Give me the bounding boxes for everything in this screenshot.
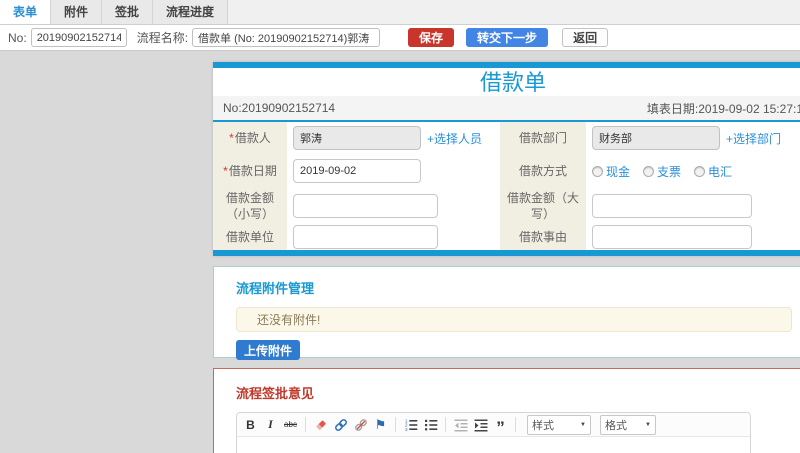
- process-name-input[interactable]: [192, 28, 381, 47]
- toolbar-divider: [395, 417, 396, 432]
- form-title: 借款单: [479, 70, 546, 95]
- radio-icon: [592, 165, 603, 177]
- payment-option-wire-transfer[interactable]: 电汇: [694, 163, 732, 180]
- strikethrough-button[interactable]: abc: [283, 416, 298, 434]
- select-person-link[interactable]: +选择人员: [427, 130, 482, 147]
- department-input[interactable]: [592, 126, 720, 150]
- borrow-date-input[interactable]: [293, 159, 421, 183]
- command-bar: No: 流程名称: 保存 转交下一步 返回: [0, 25, 800, 51]
- bulleted-list-button[interactable]: [423, 416, 438, 434]
- italic-button[interactable]: I: [263, 416, 278, 434]
- unit-label: 借款单位: [213, 224, 287, 250]
- indent-button[interactable]: [473, 416, 488, 434]
- bulleted-list-icon: [424, 419, 437, 430]
- chevron-down-icon: ▼: [645, 421, 651, 428]
- tab-bar: 表单 附件 签批 流程进度: [0, 0, 800, 25]
- attachments-panel: 流程附件管理 还没有附件! 上传附件: [213, 266, 800, 360]
- back-button[interactable]: 返回: [562, 28, 609, 47]
- amount-lower-input[interactable]: [293, 194, 438, 218]
- numbered-list-button[interactable]: 123: [403, 416, 418, 434]
- forward-next-step-button[interactable]: 转交下一步: [466, 28, 549, 47]
- form-bottom-bar: [213, 250, 800, 256]
- chevron-down-icon: ▼: [580, 421, 586, 428]
- approval-title: 流程签批意见: [236, 386, 315, 401]
- form-fields-grid: *借款人 +选择人员 借款部门 +选择部门 *借款日期 借款方式: [213, 122, 800, 250]
- save-button[interactable]: 保存: [408, 28, 455, 47]
- radio-icon: [643, 165, 655, 177]
- editor-content[interactable]: [237, 437, 750, 453]
- outdent-button[interactable]: [453, 416, 468, 434]
- rich-text-editor: B I abc ⚑ 1 2 3 ” 样式 ▼ 格式 ▼: [236, 412, 751, 453]
- reason-label: 借款事由: [500, 224, 586, 250]
- attachments-title: 流程附件管理: [236, 281, 315, 296]
- editor-toolbar: B I abc ⚑ 1 2 3 ” 样式 ▼ 格式 ▼: [237, 413, 750, 437]
- reason-field-cell: [586, 224, 800, 250]
- payment-option-cash[interactable]: 现金: [592, 163, 630, 180]
- amount-lower-field-cell: [287, 188, 500, 224]
- blockquote-button[interactable]: ”: [493, 416, 508, 436]
- app-window: 表单 附件 签批 流程进度 No: 流程名称: 保存 转交下一步 返回 借款单 …: [0, 0, 800, 453]
- amount-lower-label: 借款金额（小写）: [213, 188, 287, 224]
- numbered-list-icon: 123: [405, 418, 417, 431]
- borrow-date-label: *借款日期: [213, 154, 287, 188]
- tab-approval[interactable]: 签批: [102, 0, 154, 24]
- unit-input[interactable]: [293, 225, 438, 249]
- anchor-button[interactable]: ⚑: [373, 416, 388, 434]
- form-fill-date: 填表日期:2019-09-02 15:27:1: [646, 101, 800, 116]
- unlink-button[interactable]: [353, 416, 368, 434]
- no-label: No:: [8, 30, 27, 45]
- link-button[interactable]: [333, 416, 348, 434]
- svg-text:3: 3: [405, 426, 408, 431]
- amount-upper-field-cell: [586, 188, 800, 224]
- no-attachments-message: 还没有附件!: [236, 307, 792, 332]
- bold-button[interactable]: B: [243, 416, 258, 434]
- toolbar-divider: [515, 417, 516, 432]
- approval-panel: 流程签批意见 B I abc ⚑ 1 2 3 ” 样式 ▼ 格式 ▼: [213, 368, 800, 453]
- required-mark: *: [229, 131, 234, 145]
- unit-field-cell: [287, 224, 500, 250]
- amount-upper-input[interactable]: [592, 194, 752, 218]
- remove-format-button[interactable]: [313, 416, 328, 434]
- no-input[interactable]: [30, 28, 127, 47]
- flag-icon: ⚑: [374, 416, 387, 432]
- payment-method-label: 借款方式: [500, 154, 586, 188]
- eraser-icon: [315, 420, 326, 430]
- upload-attachment-button[interactable]: 上传附件: [236, 340, 301, 360]
- reason-input[interactable]: [592, 225, 752, 249]
- unlink-icon: [354, 418, 367, 431]
- indent-icon: [474, 419, 487, 431]
- process-name-label: 流程名称:: [136, 31, 189, 45]
- amount-upper-label: 借款金额（大写）: [500, 188, 586, 224]
- toolbar-divider: [445, 417, 446, 432]
- borrow-date-field-cell: [287, 154, 500, 188]
- loan-form-panel: 借款单 No:20190902152714 填表日期:2019-09-02 15…: [213, 62, 800, 256]
- department-label: 借款部门: [500, 122, 586, 154]
- borrower-label: *借款人: [213, 122, 287, 154]
- link-icon: [334, 418, 347, 431]
- styles-dropdown[interactable]: 样式 ▼: [527, 414, 591, 435]
- tab-attachments[interactable]: 附件: [51, 0, 103, 24]
- form-doc-no: No:20190902152714: [223, 101, 336, 115]
- select-department-link[interactable]: +选择部门: [726, 130, 781, 147]
- tab-process-progress[interactable]: 流程进度: [153, 0, 229, 24]
- format-dropdown[interactable]: 格式 ▼: [600, 414, 656, 435]
- tab-form[interactable]: 表单: [0, 0, 52, 24]
- required-mark: *: [223, 164, 228, 178]
- radio-icon: [694, 165, 706, 177]
- payment-option-cheque[interactable]: 支票: [643, 163, 681, 180]
- form-meta-row: No:20190902152714 填表日期:2019-09-02 15:27:…: [213, 96, 800, 122]
- payment-method-field-cell: 现金 支票 电汇: [586, 154, 800, 188]
- toolbar-divider: [305, 417, 306, 432]
- borrower-input[interactable]: [293, 126, 421, 150]
- outdent-icon: [454, 419, 467, 431]
- borrower-field-cell: +选择人员: [287, 122, 500, 154]
- department-field-cell: +选择部门: [586, 122, 800, 154]
